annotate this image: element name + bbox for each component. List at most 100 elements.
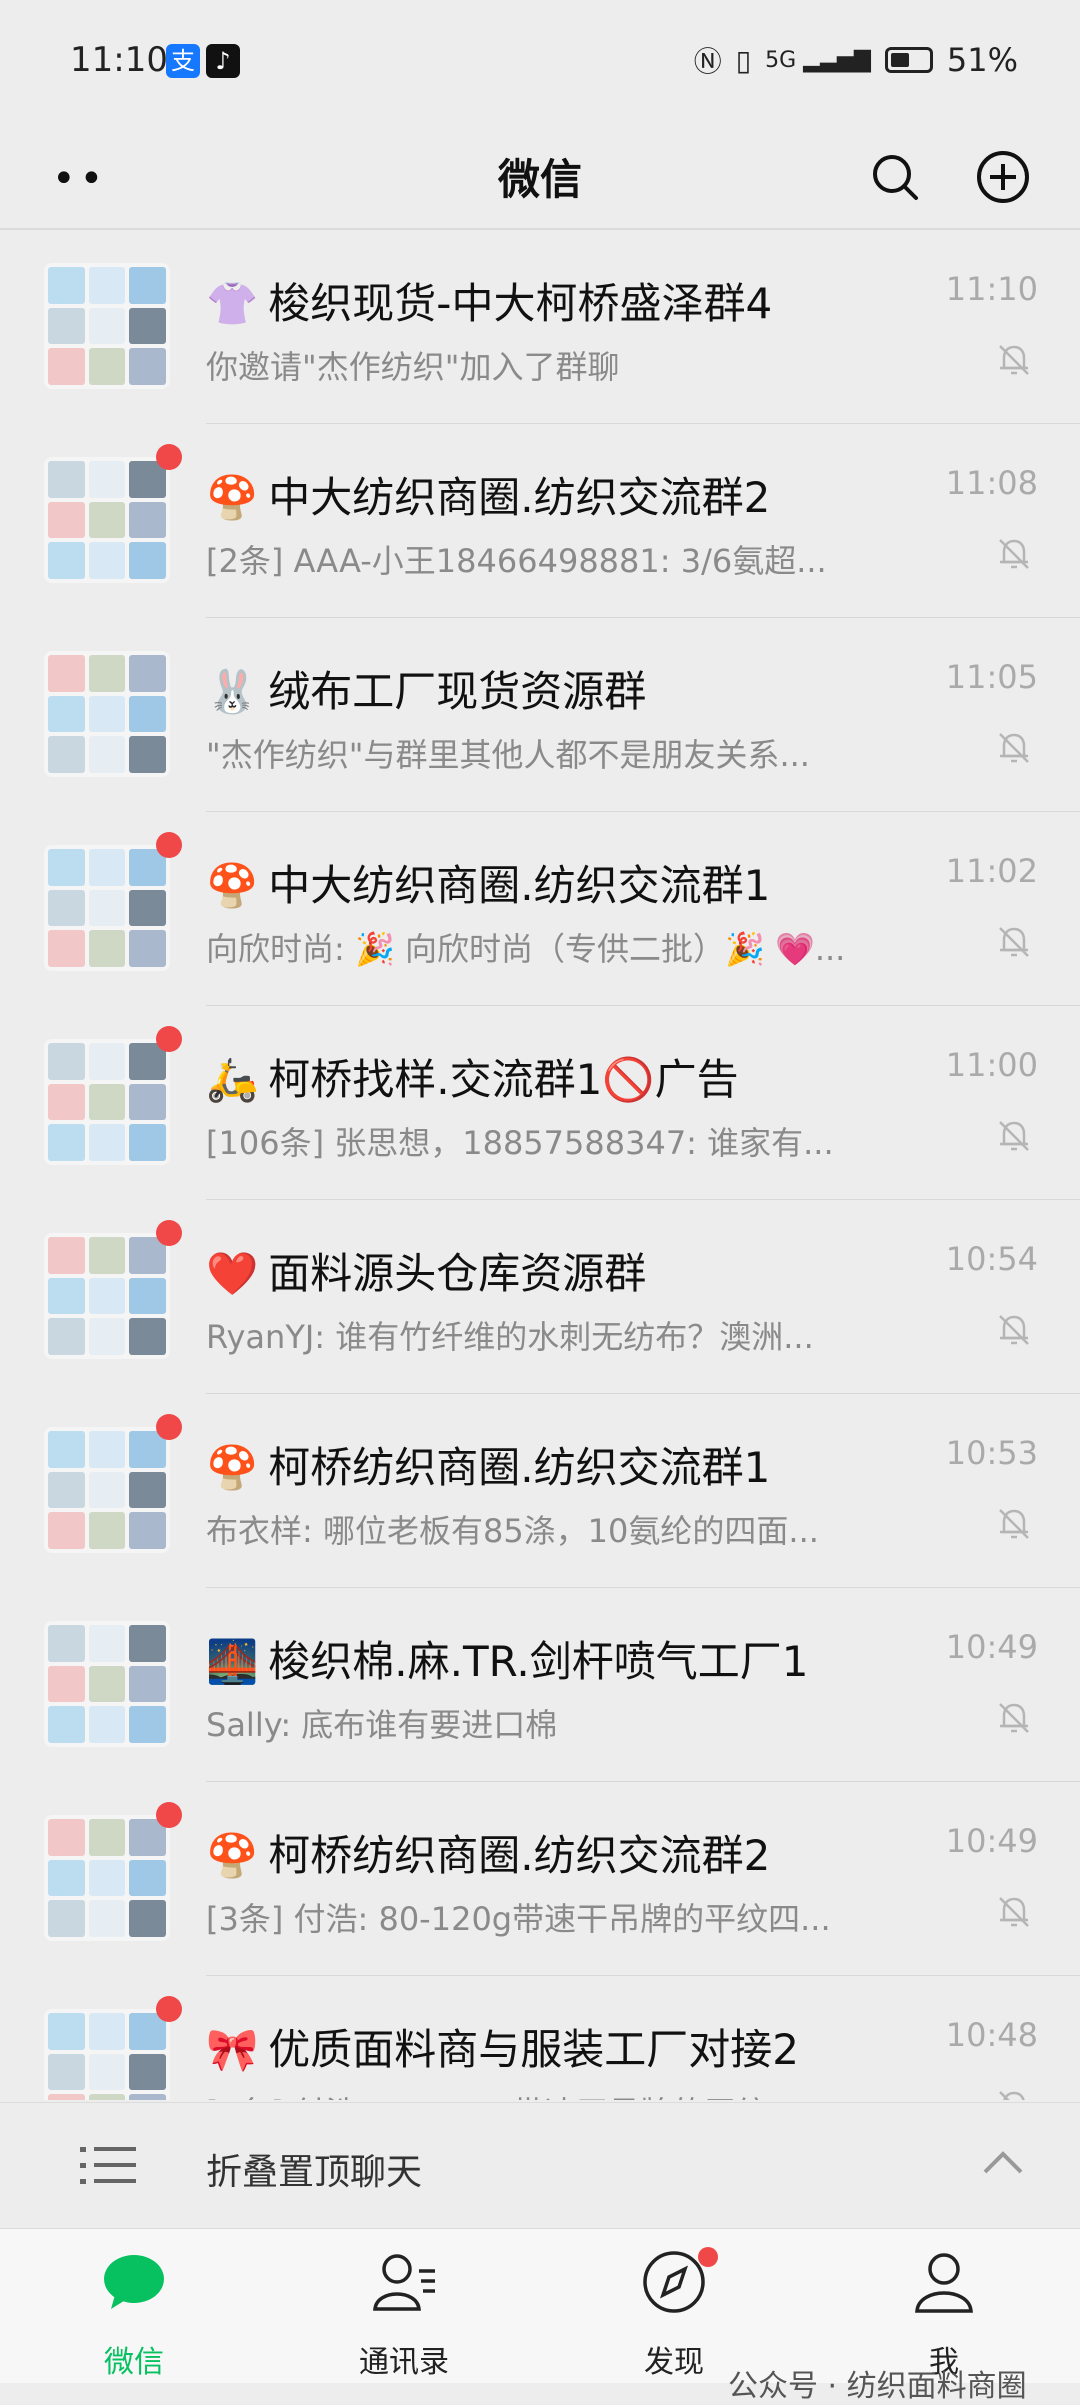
unread-dot	[156, 832, 182, 858]
avatar-tile	[88, 1665, 126, 1703]
avatar-tile	[129, 542, 166, 579]
signal-icon: 5G ▂▃▅▇	[765, 47, 871, 73]
chat-name: 👚 梭织现货-中大柯桥盛泽群4	[206, 270, 772, 331]
chat-list-item[interactable]: 🍄 中大纺织商圈.纺织交流群1 向欣时尚: 🎉 向欣时尚（专供二批）🎉 💗... 11…	[0, 812, 1080, 1006]
group-avatar[interactable]	[44, 1039, 170, 1165]
avatar-tile	[129, 348, 166, 385]
vibrate-icon: ▯	[735, 43, 752, 77]
avatar-tile	[48, 1665, 85, 1703]
chat-title: 柯桥纺织商圈.纺织交流群2	[268, 1831, 771, 1880]
chat-list-item[interactable]: 🍄 中大纺织商圈.纺织交流群2 [2条] AAA-小王18466498881: 3/…	[0, 424, 1080, 618]
chat-title: 柯桥找样.交流群1🚫广告	[268, 1055, 739, 1104]
tab-bar: 微信 通讯录 发现 我 公众号 · 纺织面料商圈	[0, 2228, 1080, 2404]
avatar-tile	[88, 1043, 126, 1080]
group-avatar[interactable]	[44, 1815, 170, 1941]
avatar-tile	[48, 1043, 85, 1080]
avatar-tile	[88, 930, 126, 967]
avatar-tile	[48, 849, 85, 886]
group-avatar[interactable]	[44, 263, 170, 389]
add-icon[interactable]	[976, 150, 1030, 204]
chat-time: 10:49	[945, 1628, 1038, 1666]
avatar-tile	[48, 1900, 85, 1937]
chat-time: 10:48	[945, 2016, 1038, 2054]
avatar-tile	[88, 1625, 126, 1662]
group-avatar[interactable]	[44, 2009, 170, 2100]
avatar-tile	[88, 1124, 126, 1161]
avatar-tile	[129, 2053, 166, 2091]
avatar-tile	[48, 889, 85, 927]
avatar-tile	[129, 307, 166, 345]
chat-title: 中大纺织商圈.纺织交流群1	[268, 861, 771, 910]
avatar-tile	[129, 889, 166, 927]
avatar-tile	[129, 2094, 166, 2100]
chat-list-item[interactable]: ❤️ 面料源头仓库资源群 RyanYJ: 谁有竹纤维的水刺无纺布？澳洲... 10:5…	[0, 1200, 1080, 1394]
chat-time: 10:49	[945, 1822, 1038, 1860]
compass-icon	[643, 2251, 705, 2313]
chat-name: 🐰 绒布工厂现货资源群	[206, 658, 646, 719]
avatar-tile	[88, 1318, 126, 1355]
search-icon[interactable]	[868, 150, 922, 204]
chat-title: 中大纺织商圈.纺织交流群2	[268, 473, 771, 522]
group-avatar[interactable]	[44, 845, 170, 971]
avatar-tile	[129, 1277, 166, 1315]
unread-dot	[156, 1802, 182, 1828]
chat-list-item[interactable]: 👚 梭织现货-中大柯桥盛泽群4 你邀请"杰作纺织"加入了群聊 11:10	[0, 230, 1080, 424]
chat-list[interactable]: 👚 梭织现货-中大柯桥盛泽群4 你邀请"杰作纺织"加入了群聊 11:10 🍄 中大纺织商圈…	[0, 230, 1080, 2100]
chat-time: 11:05	[945, 658, 1038, 696]
group-avatar[interactable]	[44, 651, 170, 777]
avatar-tile	[129, 501, 166, 539]
avatar-tile	[48, 1706, 85, 1743]
battery-text: 51%	[946, 41, 1018, 79]
avatar-tile	[129, 1900, 166, 1937]
avatar-tile	[48, 1277, 85, 1315]
group-avatar[interactable]	[44, 1427, 170, 1553]
chat-name: 🍄 柯桥纺织商圈.纺织交流群2	[206, 1822, 770, 1883]
alipay-icon: 支	[166, 44, 200, 78]
tab-me[interactable]: 我	[844, 2229, 1044, 2383]
tab-contacts[interactable]: 通讯录	[304, 2229, 504, 2383]
avatar-tile	[88, 695, 126, 733]
person-icon	[915, 2253, 973, 2313]
avatar-tile	[48, 930, 85, 967]
chat-preview: 你邀请"杰作纺织"加入了群聊	[206, 348, 620, 386]
avatar-tile	[88, 267, 126, 304]
group-avatar[interactable]	[44, 1233, 170, 1359]
avatar-tile	[88, 501, 126, 539]
avatar-tile	[48, 348, 85, 385]
chat-preview: Sally: 底布谁有要进口棉	[206, 1706, 558, 1744]
chat-list-item[interactable]: 🎀优质面料商与服装工厂对接2 [3条] 付浩: 80-120g带速干吊牌的平纹四.…	[0, 1976, 1080, 2100]
avatar-tile	[48, 1859, 85, 1897]
chat-emoji: 🍄	[206, 473, 259, 522]
unread-dot	[156, 1414, 182, 1440]
group-avatar[interactable]	[44, 457, 170, 583]
avatar-tile	[48, 1471, 85, 1509]
chat-list-item[interactable]: 🛵 柯桥找样.交流群1🚫广告 [106条] 张思想，18857588347: 谁家有…	[0, 1006, 1080, 1200]
chat-list-item[interactable]: 🍄 柯桥纺织商圈.纺织交流群1 布衣样: 哪位老板有85涤，10氨纶的四面... 10…	[0, 1394, 1080, 1588]
chat-name: 🛵 柯桥找样.交流群1🚫广告	[206, 1046, 739, 1107]
chevron-up-icon[interactable]	[982, 2149, 1024, 2175]
chat-title: 面料源头仓库资源群	[268, 1249, 647, 1298]
avatar-tile	[88, 2053, 126, 2091]
avatar-tile	[129, 1512, 166, 1549]
tab-wechat[interactable]: 微信	[34, 2229, 234, 2383]
mute-bell-icon	[999, 927, 1029, 957]
tiktok-icon: ♪	[206, 44, 240, 78]
group-avatar[interactable]	[44, 1621, 170, 1747]
contacts-icon	[373, 2254, 435, 2311]
fold-pinned-bar[interactable]: 折叠置顶聊天	[0, 2102, 1080, 2227]
avatar-tile	[88, 1471, 126, 1509]
avatar-tile	[129, 1124, 166, 1161]
chat-list-item[interactable]: 🌉 梭织棉.麻.TR.剑杆喷气工厂1 Sally: 底布谁有要进口棉 10:49	[0, 1588, 1080, 1782]
chat-list-item[interactable]: 🐰 绒布工厂现货资源群 "杰作纺织"与群里其他人都不是朋友关系... 11:05	[0, 618, 1080, 812]
avatar-tile	[129, 1665, 166, 1703]
avatar-tile	[129, 1625, 166, 1662]
tab-discover[interactable]: 发现	[574, 2229, 774, 2383]
avatar-tile	[88, 1237, 126, 1274]
avatar-tile	[48, 1819, 85, 1856]
chat-name: 🍄 中大纺织商圈.纺织交流群1	[206, 852, 770, 913]
mute-bell-icon	[999, 733, 1029, 763]
avatar-tile	[88, 889, 126, 927]
unread-dot	[156, 444, 182, 470]
chat-list-item[interactable]: 🍄 柯桥纺织商圈.纺织交流群2 [3条] 付浩: 80-120g带速干吊牌的平纹四.…	[0, 1782, 1080, 1976]
unread-dot	[156, 1996, 182, 2022]
